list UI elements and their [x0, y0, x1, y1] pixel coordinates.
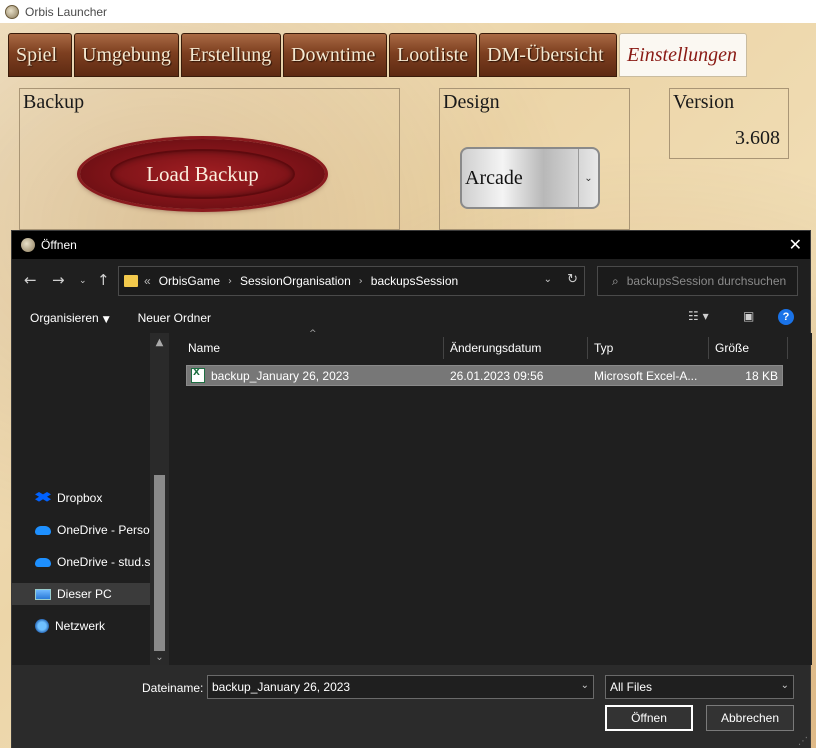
tab-erstellung[interactable]: Erstellung	[181, 33, 281, 77]
refresh-icon[interactable]: ↻	[567, 272, 578, 287]
dialog-title: Öffnen	[41, 238, 77, 252]
dialog-toolbar: Organisieren ▼ Neuer Ordner ☷ ▾ ▣ ?	[12, 303, 810, 333]
address-bar[interactable]: « OrbisGame › SessionOrganisation › back…	[118, 266, 585, 296]
version-title: Version	[673, 91, 735, 113]
chevron-down-icon: ⌄	[780, 680, 789, 691]
window-titlebar: Orbis Launcher	[0, 0, 816, 23]
file-type: Microsoft Excel-A...	[594, 369, 698, 383]
backup-panel: Backup Load Backup	[19, 88, 400, 230]
chevron-down-icon[interactable]: ⌄	[581, 680, 589, 691]
onedrive-icon	[35, 525, 51, 535]
design-panel: Design Arcade ⌄	[439, 88, 630, 230]
sidebar-item-label: Dieser PC	[57, 587, 112, 601]
open-file-dialog: Öffnen ✕ ← → ⌄ ↑ « OrbisGame › SessionOr…	[11, 230, 812, 748]
backup-title: Backup	[23, 91, 85, 113]
design-select[interactable]: Arcade ⌄	[460, 147, 600, 209]
tab-lootliste[interactable]: Lootliste	[389, 33, 477, 77]
window-title: Orbis Launcher	[25, 4, 108, 19]
sidebar-item-label: Netzwerk	[55, 619, 106, 633]
load-backup-label: Load Backup	[146, 161, 259, 186]
network-icon	[35, 619, 49, 633]
chevron-down-icon[interactable]: ⌄	[544, 274, 552, 285]
navigation-pane: Dropbox OneDrive - Persona OneDrive - st…	[12, 333, 169, 665]
tab-spiel[interactable]: Spiel	[8, 33, 72, 77]
back-arrow-icon[interactable]: ←	[24, 271, 37, 289]
main-tabs: Spiel Umgebung Erstellung Downtime Lootl…	[8, 33, 747, 77]
dialog-titlebar: Öffnen ✕	[12, 231, 810, 259]
app-icon	[21, 238, 35, 252]
breadcrumb-orbisgame[interactable]: OrbisGame	[159, 274, 220, 288]
scrollbar-thumb[interactable]	[154, 475, 165, 651]
excel-file-icon	[191, 368, 205, 383]
search-icon: ⌕	[612, 273, 619, 288]
chevron-down-icon[interactable]: ⌄	[150, 652, 169, 663]
file-size: 18 KB	[745, 369, 778, 383]
sidebar-item-onedrive-personal[interactable]: OneDrive - Persona	[12, 519, 150, 541]
version-value: 3.608	[735, 127, 780, 149]
sidebar-item-label: Dropbox	[57, 491, 103, 505]
new-folder-button[interactable]: Neuer Ordner	[138, 311, 211, 325]
filetype-value: All Files	[610, 680, 653, 694]
filetype-select[interactable]: All Files ⌄	[605, 675, 794, 699]
search-placeholder: backupsSession durchsuchen	[626, 274, 787, 288]
folder-icon	[124, 275, 138, 287]
column-header-size[interactable]: Größe	[709, 337, 788, 359]
file-name: backup_January 26, 2023	[211, 369, 350, 383]
navigation-bar: ← → ⌄ ↑ « OrbisGame › SessionOrganisatio…	[12, 265, 810, 297]
organize-button[interactable]: Organisieren ▼	[30, 311, 110, 325]
breadcrumb-backupssession[interactable]: backupsSession	[371, 274, 458, 288]
table-row[interactable]: backup_January 26, 2023 26.01.2023 09:56…	[186, 365, 783, 386]
dialog-footer: Dateiname: backup_January 26, 2023 ⌄ All…	[12, 665, 810, 748]
sidebar-scrollbar[interactable]: ▲ ⌄	[150, 333, 169, 665]
help-icon[interactable]: ?	[778, 309, 794, 325]
sidebar-item-label: OneDrive - Persona	[57, 523, 150, 537]
filename-field[interactable]: backup_January 26, 2023 ⌄	[207, 675, 594, 699]
forward-arrow-icon[interactable]: →	[52, 271, 65, 289]
pc-icon	[35, 588, 51, 600]
chevron-right-icon: ›	[358, 275, 363, 287]
sidebar-item-dieser-pc[interactable]: Dieser PC	[12, 583, 150, 605]
preview-pane-icon[interactable]: ▣	[743, 309, 754, 323]
search-input[interactable]: ⌕ backupsSession durchsuchen	[597, 266, 798, 296]
sidebar-item-dropbox[interactable]: Dropbox	[12, 487, 150, 509]
sidebar-item-label: OneDrive - stud.sb	[57, 555, 150, 569]
onedrive-icon	[35, 557, 51, 567]
chevron-down-icon: ⌄	[578, 149, 598, 207]
resize-grip-icon[interactable]: ⋰	[798, 736, 808, 747]
chevron-right-icon: ›	[228, 275, 233, 287]
column-header-date[interactable]: Änderungsdatum	[444, 337, 588, 359]
design-title: Design	[443, 91, 500, 113]
column-header-type[interactable]: Typ	[588, 337, 709, 359]
recent-dropdown-icon[interactable]: ⌄	[79, 276, 87, 286]
version-panel: Version 3.608	[669, 88, 789, 159]
filename-label: Dateiname:	[142, 681, 204, 695]
design-selected-value: Arcade	[465, 166, 523, 189]
dropbox-icon	[35, 492, 51, 502]
file-list: ^ Name Änderungsdatum Typ Größe backup_J…	[169, 329, 812, 665]
open-button[interactable]: Öffnen	[605, 705, 693, 731]
app-icon	[5, 4, 19, 19]
tab-dm-uebersicht[interactable]: DM-Übersicht	[479, 33, 617, 77]
filename-value: backup_January 26, 2023	[212, 680, 351, 694]
chevron-up-icon[interactable]: ▲	[150, 337, 169, 348]
sidebar-item-onedrive-stud[interactable]: OneDrive - stud.sb	[12, 551, 150, 573]
tab-umgebung[interactable]: Umgebung	[74, 33, 179, 77]
cancel-button[interactable]: Abbrechen	[706, 705, 794, 731]
dropdown-arrow-icon: ▼	[102, 315, 110, 325]
organize-label: Organisieren	[30, 311, 99, 325]
sidebar-item-netzwerk[interactable]: Netzwerk	[12, 615, 150, 637]
view-options-icon[interactable]: ☷ ▾	[688, 309, 709, 323]
column-header-name[interactable]: Name	[182, 337, 444, 359]
file-date: 26.01.2023 09:56	[450, 369, 544, 383]
path-prefix: «	[144, 274, 151, 288]
up-arrow-icon[interactable]: ↑	[97, 271, 110, 289]
tab-downtime[interactable]: Downtime	[283, 33, 387, 77]
load-backup-button[interactable]: Load Backup	[80, 139, 325, 209]
close-icon[interactable]: ✕	[789, 235, 802, 254]
breadcrumb-sessionorganisation[interactable]: SessionOrganisation	[240, 274, 351, 288]
tab-einstellungen[interactable]: Einstellungen	[619, 33, 747, 77]
